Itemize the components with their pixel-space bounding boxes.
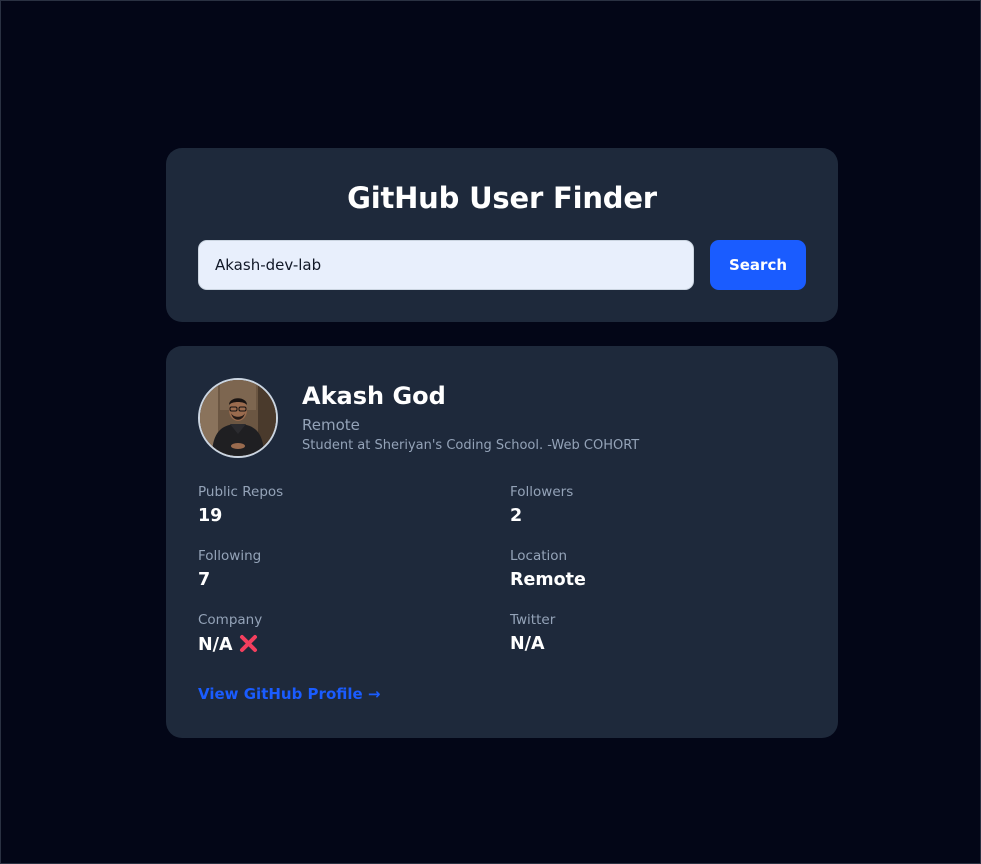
profile-card: Akash God Remote Student at Sheriyan's C…: [166, 346, 838, 738]
cross-mark-icon: [239, 634, 258, 658]
stat-value: N/A: [510, 634, 545, 654]
stat-value: 19: [198, 506, 223, 526]
stat-label: Twitter: [510, 612, 556, 628]
stat-value: Remote: [510, 570, 586, 590]
stat-label: Company: [198, 612, 263, 628]
stat-followers: Followers 2: [510, 484, 790, 526]
company-value: N/A: [198, 635, 233, 655]
stat-label: Following: [198, 548, 262, 564]
search-card: GitHub User Finder Search: [166, 148, 838, 322]
stat-label: Location: [510, 548, 568, 564]
stat-value: 2: [510, 506, 523, 526]
stat-label: Public Repos: [198, 484, 284, 500]
search-button[interactable]: Search: [710, 240, 806, 290]
app-title: GitHub User Finder: [347, 181, 657, 215]
search-input[interactable]: [198, 240, 694, 290]
stat-label: Followers: [510, 484, 574, 500]
stat-following: Following 7: [198, 548, 478, 590]
user-location: Remote: [302, 416, 360, 434]
stat-public-repos: Public Repos 19: [198, 484, 478, 526]
stat-value: N/A: [198, 634, 478, 658]
stat-location: Location Remote: [510, 548, 790, 590]
stat-company: Company N/A: [198, 612, 478, 658]
stat-value: 7: [198, 570, 211, 590]
app-window: GitHub User Finder Search Akash God Remo…: [0, 0, 981, 864]
user-bio: Student at Sheriyan's Coding School. -We…: [302, 438, 640, 453]
user-name: Akash God: [302, 382, 446, 410]
stat-twitter: Twitter N/A: [510, 612, 790, 654]
avatar: [198, 378, 278, 458]
view-profile-link[interactable]: View GitHub Profile →: [198, 685, 380, 703]
